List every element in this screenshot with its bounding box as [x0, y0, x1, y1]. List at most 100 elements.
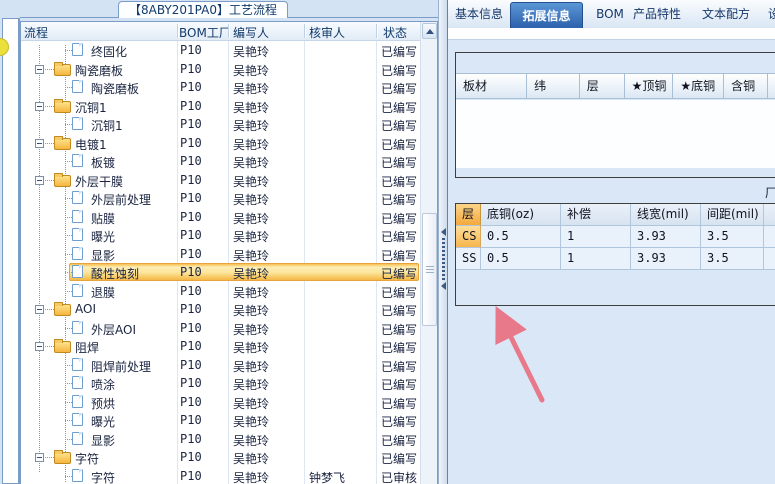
tree-row-folder[interactable]: 陶瓷磨板 P10 吴艳玲 已编写	[21, 60, 420, 79]
copper-col-header: 层	[456, 204, 481, 226]
document-tab-process-flow[interactable]: 【8ABY201PA0】工艺流程	[118, 1, 288, 18]
detail-tabbar: 基本信息 拓展信息 BOM 产品特性 文本配方 设	[448, 0, 775, 28]
board-col-header-filler	[767, 74, 775, 98]
copper-row-cs[interactable]: CS 0.5 1 3.93 3.5	[456, 226, 775, 248]
column-header-flow[interactable]: 流程	[24, 24, 48, 41]
tree-row-step[interactable]: 酸性蚀刻 P10 吴艳玲 已编写	[21, 263, 420, 282]
cell-status: 已编写	[381, 63, 418, 78]
column-header-writer[interactable]: 编写人	[233, 24, 269, 41]
cell-bom-factory: P10	[180, 154, 202, 168]
step-label: 电镀1	[75, 137, 107, 152]
copper-col-header: 底铜(oz)	[481, 204, 561, 226]
tree-row-folder[interactable]: 阻焊 P10 吴艳玲 已编写	[21, 337, 420, 356]
column-header-bom[interactable]: BOM工厂	[179, 24, 231, 41]
tree-row-step[interactable]: 阻焊前处理 P10 吴艳玲 已编写	[21, 356, 420, 375]
tree-row-folder[interactable]: 字符 P10 吴艳玲 已编写	[21, 448, 420, 467]
document-icon	[72, 43, 83, 56]
active-tab-notch	[537, 29, 555, 38]
panel-splitter[interactable]	[438, 0, 448, 484]
cell-status: 已编写	[381, 156, 418, 170]
document-icon	[72, 283, 83, 297]
copper-row-ss[interactable]: SS 0.5 1 3.93 3.5	[456, 248, 775, 270]
board-col-header: 板材	[456, 74, 528, 98]
tree-row-step[interactable]: 陶瓷磨板 P10 吴艳玲 已编写	[21, 78, 420, 97]
tree-row-step[interactable]: 字符 P10 吴艳玲 钟梦飞 已审核	[21, 467, 420, 484]
cell-writer: 吴艳玲	[233, 100, 270, 115]
cell-writer: 吴艳玲	[233, 211, 270, 226]
cell-bom-factory: P10	[180, 43, 202, 57]
document-icon	[72, 320, 83, 334]
column-header-reviewer[interactable]: 核审人	[309, 24, 345, 41]
tree-row-step[interactable]: 沉铜1 P10 吴艳玲 已编写	[21, 115, 420, 134]
cell-value[interactable]: 3.93	[631, 248, 701, 270]
cell-writer: 吴艳玲	[233, 378, 270, 392]
vertical-scrollbar[interactable]	[420, 22, 437, 484]
tree-row-step[interactable]: 曝光 P10 吴艳玲 已编写	[21, 411, 420, 430]
board-table-empty-area[interactable]	[456, 100, 775, 168]
tab-bom[interactable]: BOM	[588, 0, 632, 28]
cell-writer: 吴艳玲	[233, 304, 270, 318]
tab-extended-info[interactable]: 拓展信息	[510, 2, 583, 28]
cell-value[interactable]: 0.5	[481, 226, 561, 248]
cell-value[interactable]: 0.5	[481, 248, 561, 270]
tree-row-step[interactable]: 板镀 P10 吴艳玲 已编写	[21, 152, 420, 171]
cell-layer[interactable]: SS	[456, 248, 481, 270]
board-col-header: ★顶铜	[624, 74, 674, 98]
cell-status: 已审核	[381, 470, 418, 484]
tree-row-step[interactable]: 显影 P10 吴艳玲 已编写	[21, 430, 420, 449]
left-edge-panel	[0, 0, 20, 484]
cell-value[interactable]: 1	[561, 226, 631, 248]
cell-bom-factory: P10	[180, 376, 202, 390]
tab-product-traits[interactable]: 产品特性	[628, 0, 686, 28]
cell-value[interactable]: 3.5	[701, 248, 764, 270]
tree-row-step[interactable]: 终固化 P10 吴艳玲 已编写	[21, 41, 420, 60]
step-label: 终固化	[91, 45, 128, 59]
cell-bom-factory: P10	[180, 339, 202, 353]
cell-writer: 吴艳玲	[233, 137, 270, 152]
cell-bom-factory: P10	[180, 117, 202, 131]
tab-text-recipe[interactable]: 文本配方	[697, 0, 755, 28]
clipped-label: 厂	[765, 186, 775, 200]
tree-row-step[interactable]: 贴膜 P10 吴艳玲 已编写	[21, 208, 420, 227]
folder-icon	[54, 450, 71, 464]
scrollbar-thumb[interactable]	[422, 213, 437, 326]
collapse-left-icon[interactable]	[441, 228, 446, 236]
tree-row-step[interactable]: 喷涂 P10 吴艳玲 已编写	[21, 374, 420, 393]
folder-icon	[54, 135, 71, 150]
document-icon	[72, 413, 83, 426]
tree-row-step[interactable]: 曝光 P10 吴艳玲 已编写	[21, 226, 420, 245]
tree-row-folder[interactable]: 外层干膜 P10 吴艳玲 已编写	[21, 171, 420, 190]
cell-value[interactable]: 1	[561, 248, 631, 270]
board-col-header: 纬	[527, 74, 580, 98]
step-label: 陶瓷磨板	[75, 63, 124, 78]
cell-status: 已编写	[381, 230, 418, 244]
cell-value[interactable]: 3.93	[631, 226, 701, 248]
tab-basic-info[interactable]: 基本信息	[450, 0, 508, 28]
tree-row-folder[interactable]: 电镀1 P10 吴艳玲 已编写	[21, 134, 420, 153]
tree-row-step[interactable]: 退膜 P10 吴艳玲 已编写	[21, 282, 420, 301]
column-header-status[interactable]: 状态	[383, 24, 407, 41]
scroll-up-button[interactable]	[422, 23, 437, 39]
tree-row-step[interactable]: 外层前处理 P10 吴艳玲 已编写	[21, 189, 420, 208]
step-label: 阻焊前处理	[91, 359, 152, 374]
cell-status: 已编写	[381, 322, 418, 337]
step-label: AOI	[75, 302, 96, 316]
detail-panel: 基本信息 拓展信息 BOM 产品特性 文本配方 设 板材纬层 ★顶铜 ★底铜 含铜 厂…	[448, 0, 775, 484]
tab-partial[interactable]: 设	[764, 0, 775, 28]
cell-layer[interactable]: CS	[456, 226, 481, 248]
tree-row-step[interactable]: 预烘 P10 吴艳玲 已编写	[21, 393, 420, 412]
cell-bom-factory: P10	[180, 80, 202, 94]
copper-col-header: 间距(mil)	[701, 204, 764, 226]
cell-status: 已编写	[381, 82, 418, 96]
cell-value[interactable]: 3.5	[701, 226, 764, 248]
tree-row-step[interactable]: 显影 P10 吴艳玲 已编写	[21, 245, 420, 264]
tree-row-folder[interactable]: AOI P10 吴艳玲 已编写	[21, 300, 420, 319]
cell-status: 已编写	[381, 174, 418, 189]
collapse-left-icon[interactable]	[441, 282, 446, 290]
tree-row-step[interactable]: 外层AOI P10 吴艳玲 已编写	[21, 319, 420, 338]
cell-writer: 吴艳玲	[233, 267, 270, 281]
cell-bom-factory: P10	[180, 413, 202, 427]
tree-row-folder[interactable]: 沉铜1 P10 吴艳玲 已编写	[21, 97, 420, 116]
cell-status: 已编写	[381, 452, 418, 466]
cell-bom-factory: P10	[180, 468, 202, 483]
